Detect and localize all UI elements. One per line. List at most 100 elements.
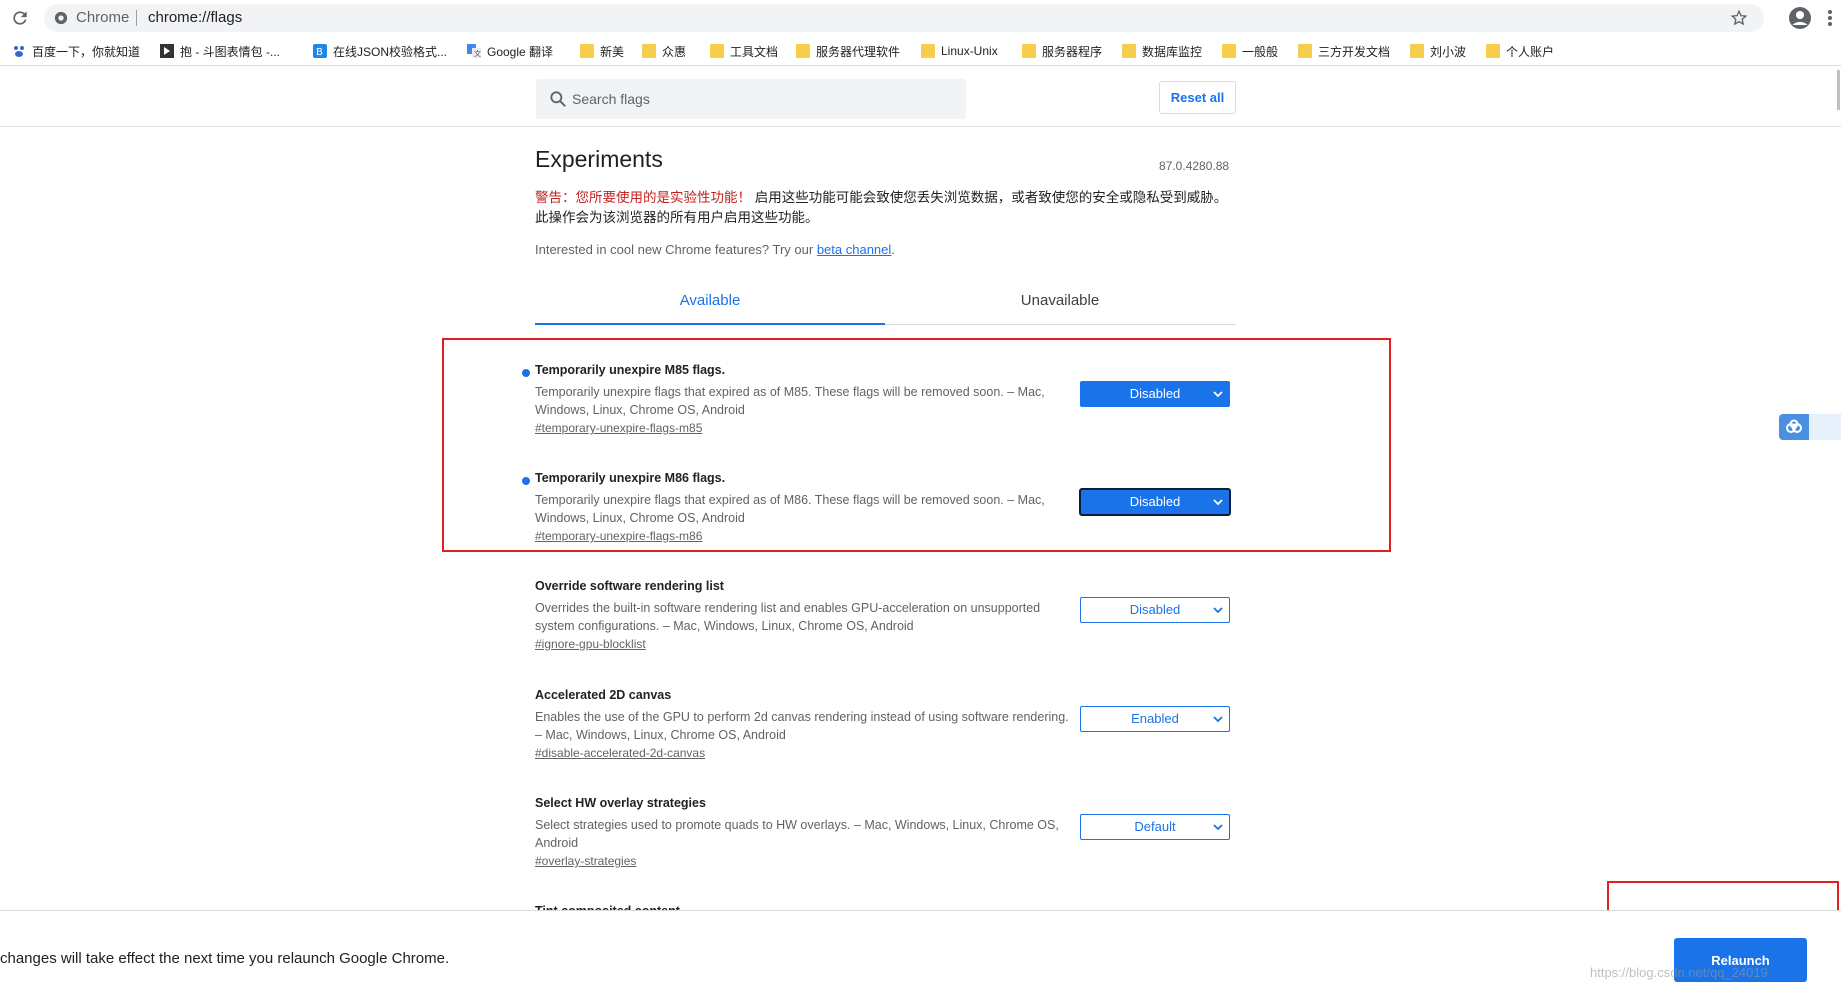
- watermark: https://blog.csdn.net/qq_24019: [1590, 965, 1768, 980]
- reset-all-button[interactable]: Reset all: [1159, 81, 1236, 114]
- flag-permalink[interactable]: #ignore-gpu-blocklist: [535, 637, 646, 651]
- folder-icon: [1222, 44, 1236, 58]
- bookmark-label: 众惠: [662, 44, 687, 59]
- flag-item: Select HW overlay strategies Select stra…: [535, 796, 1236, 896]
- folder-icon: [710, 44, 724, 58]
- bookmark-folder[interactable]: 服务器代理软件: [796, 42, 900, 60]
- beta-channel-link[interactable]: beta channel: [817, 242, 891, 257]
- relaunch-bar: changes will take effect the next time y…: [0, 910, 1841, 995]
- side-widget-panel: [1809, 414, 1841, 440]
- folder-icon: [642, 44, 656, 58]
- reload-icon[interactable]: [10, 8, 30, 28]
- bookmark-label: 服务器代理软件: [816, 44, 901, 59]
- relaunch-message: changes will take effect the next time y…: [0, 950, 450, 967]
- folder-icon: [1022, 44, 1036, 58]
- bookmark-label: 在线JSON校验格式...: [333, 44, 448, 59]
- bookmark-label: Google 翻译: [487, 44, 554, 59]
- tab-unavailable[interactable]: Unavailable: [885, 285, 1235, 325]
- flag-name: Override software rendering list: [535, 579, 724, 593]
- bookmark-folder[interactable]: 众惠: [642, 42, 686, 60]
- omnibox-divider: [136, 10, 137, 26]
- bookmark-folder[interactable]: 工具文档: [710, 42, 778, 60]
- folder-icon: [1410, 44, 1424, 58]
- flag-permalink[interactable]: #overlay-strategies: [535, 854, 636, 868]
- chevron-down-icon: [1213, 607, 1223, 614]
- json-icon: B: [313, 44, 327, 58]
- bookmark-label: 服务器程序: [1042, 44, 1103, 59]
- bookmarks-bar: 百度一下，你就知道 抱 - 斗图表情包 -... B 在线JSON校验格式...…: [0, 36, 1841, 66]
- more-menu-icon[interactable]: [1826, 8, 1834, 28]
- bookmark-folder[interactable]: 三方开发文档: [1298, 42, 1390, 60]
- tab-available[interactable]: Available: [535, 285, 885, 325]
- warning-text: 警告：您所要使用的是实验性功能！ 启用这些功能可能会致使您丢失浏览数据，或者致使…: [535, 188, 1235, 228]
- flags-search-header: Reset all: [0, 67, 1841, 127]
- scrollbar[interactable]: [1837, 70, 1840, 110]
- page-title: Experiments: [535, 146, 663, 172]
- chrome-icon: [54, 11, 68, 25]
- flag-description: Overrides the built-in software renderin…: [535, 601, 1041, 633]
- bookmark-folder[interactable]: 刘小波: [1410, 42, 1466, 60]
- bookmark-label: 百度一下，你就知道: [32, 44, 141, 59]
- folder-icon: [796, 44, 810, 58]
- flag-description: Enables the use of the GPU to perform 2d…: [535, 710, 1069, 742]
- bookmark-folder[interactable]: 数据库监控: [1122, 42, 1202, 60]
- flag-select-value: Enabled: [1131, 711, 1179, 726]
- bookmark-folder[interactable]: 新美: [580, 42, 624, 60]
- cloud-icon: [1786, 419, 1802, 433]
- bookmark-item[interactable]: 文 Google 翻译: [467, 42, 553, 60]
- url-text[interactable]: chrome://flags: [148, 9, 242, 26]
- version-label: 87.0.4280.88: [1159, 159, 1230, 173]
- side-widget[interactable]: [1779, 414, 1841, 440]
- bookmark-label: Linux-Unix: [941, 44, 998, 58]
- bookmark-label: 数据库监控: [1142, 44, 1203, 59]
- bookmark-label: 个人账户: [1506, 44, 1555, 59]
- flag-name: Select HW overlay strategies: [535, 796, 706, 810]
- bookmark-star-icon[interactable]: [1730, 9, 1748, 27]
- warning-heading: 警告：您所要使用的是实验性功能！: [535, 190, 751, 205]
- bookmark-label: 抱 - 斗图表情包 -...: [180, 44, 280, 59]
- folder-icon: [580, 44, 594, 58]
- beta-promo-text: Interested in cool new Chrome features? …: [535, 242, 814, 257]
- flag-description: Select strategies used to promote quads …: [535, 818, 1059, 850]
- flag-select[interactable]: Disabled: [1080, 597, 1230, 623]
- bookmark-label: 一般般: [1242, 44, 1279, 59]
- search-input[interactable]: [572, 79, 952, 119]
- bookmark-item[interactable]: B 在线JSON校验格式...: [313, 42, 447, 60]
- flag-select-value: Disabled: [1129, 602, 1181, 617]
- beta-promo-end: .: [891, 242, 895, 257]
- flag-item: Accelerated 2D canvas Enables the use of…: [535, 688, 1236, 788]
- page-icon: [160, 44, 174, 58]
- flag-select[interactable]: Default: [1080, 814, 1230, 840]
- bookmark-item[interactable]: 抱 - 斗图表情包 -...: [160, 42, 280, 60]
- flag-select-value: Default: [1134, 819, 1176, 834]
- folder-icon: [1486, 44, 1500, 58]
- flag-name: Accelerated 2D canvas: [535, 688, 672, 702]
- search-box[interactable]: [536, 79, 966, 119]
- paw-icon: [14, 46, 24, 57]
- chevron-down-icon: [1213, 824, 1223, 831]
- tab-bar: Available Unavailable: [535, 285, 1236, 325]
- flag-item: Override software rendering list Overrid…: [535, 579, 1236, 679]
- bookmark-folder[interactable]: 个人账户: [1486, 42, 1554, 60]
- beta-promo: Interested in cool new Chrome features? …: [535, 242, 895, 257]
- address-bar[interactable]: Chrome chrome://flags: [44, 4, 1764, 32]
- bookmark-item[interactable]: 百度一下，你就知道: [12, 42, 140, 60]
- bookmark-label: 三方开发文档: [1318, 44, 1391, 59]
- folder-icon: [1122, 44, 1136, 58]
- svg-text:B: B: [316, 47, 323, 58]
- bookmark-folder[interactable]: 服务器程序: [1022, 42, 1102, 60]
- folder-icon: [1298, 44, 1312, 58]
- svg-text:文: 文: [474, 49, 481, 58]
- bookmark-label: 刘小波: [1430, 44, 1467, 59]
- bookmark-folder[interactable]: Linux-Unix: [921, 42, 998, 60]
- bookmark-label: 工具文档: [730, 44, 779, 59]
- bookmark-label: 新美: [600, 44, 625, 59]
- flag-permalink[interactable]: #disable-accelerated-2d-canvas: [535, 746, 705, 760]
- bookmark-folder[interactable]: 一般般: [1222, 42, 1278, 60]
- flag-select[interactable]: Enabled: [1080, 706, 1230, 732]
- annotation-box: [442, 338, 1391, 552]
- search-icon: [550, 91, 566, 107]
- profile-avatar-icon[interactable]: [1788, 6, 1812, 30]
- site-label: Chrome: [76, 9, 130, 26]
- browser-toolbar: Chrome chrome://flags: [0, 0, 1841, 36]
